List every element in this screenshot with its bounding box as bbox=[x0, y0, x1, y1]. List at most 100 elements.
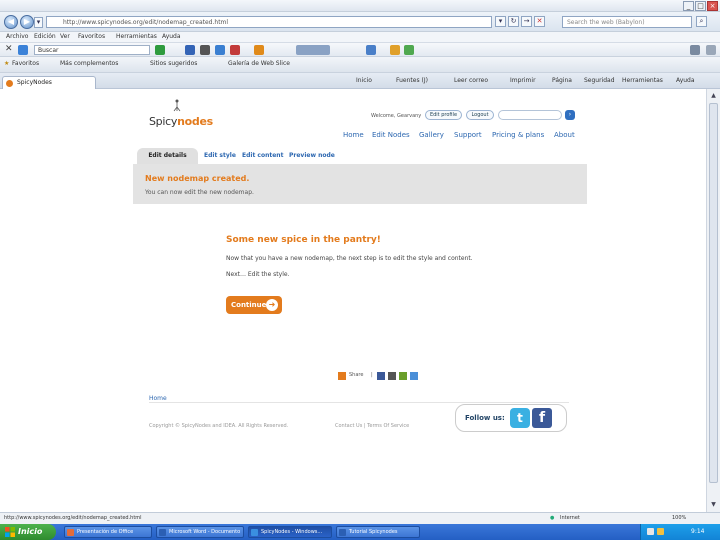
cmd-home[interactable]: Inicio bbox=[356, 77, 372, 84]
forward-button[interactable]: ▶ bbox=[20, 15, 34, 29]
status-url: http://www.spicynodes.org/edit/nodemap_c… bbox=[4, 515, 142, 521]
toolbar-folder-icon[interactable] bbox=[390, 45, 400, 55]
toolbar-go-icon[interactable] bbox=[155, 45, 165, 55]
tab-edit-style[interactable]: Edit style bbox=[204, 152, 236, 159]
toolbar-dropdown[interactable] bbox=[296, 45, 330, 55]
taskbar-item-browser[interactable]: SpicyNodes - Windows... bbox=[248, 526, 332, 538]
minimize-button[interactable]: _ bbox=[683, 1, 694, 11]
taskbar-item-powerpoint[interactable]: Presentación de Office bbox=[64, 526, 152, 538]
start-button[interactable]: Inicio bbox=[0, 524, 56, 540]
fav-item-webslice[interactable]: Galería de Web Slice bbox=[228, 60, 290, 67]
url-input[interactable]: http://www.spicynodes.org/edit/nodemap_c… bbox=[46, 16, 492, 28]
menu-edicion[interactable]: Edición bbox=[34, 33, 56, 40]
babylon-icon[interactable] bbox=[18, 45, 28, 55]
close-window-button[interactable]: × bbox=[707, 1, 718, 11]
share-bookmark-icon[interactable] bbox=[399, 372, 407, 380]
nav-edit-nodes[interactable]: Edit Nodes bbox=[372, 131, 410, 139]
scroll-down-icon[interactable]: ▼ bbox=[708, 499, 719, 510]
nav-home[interactable]: Home bbox=[343, 131, 364, 139]
cmd-feeds[interactable]: Fuentes (J) bbox=[396, 77, 428, 84]
logout-button[interactable]: Logout bbox=[466, 110, 494, 120]
menu-herramientas[interactable]: Herramientas bbox=[116, 33, 157, 40]
toolbar-translate-icon[interactable] bbox=[185, 45, 195, 55]
tray-volume-icon[interactable] bbox=[657, 528, 664, 535]
footer-home-link[interactable]: Home bbox=[149, 395, 167, 402]
share-divider: | bbox=[371, 372, 373, 378]
page-heading: Some new spice in the pantry! bbox=[226, 235, 381, 245]
twitter-icon[interactable]: t bbox=[510, 408, 530, 428]
go-icon[interactable]: → bbox=[521, 16, 532, 27]
welcome-text: Welcome, Gearvany bbox=[371, 113, 422, 119]
vertical-scrollbar[interactable]: ▲ ▼ bbox=[706, 89, 720, 512]
toolbar-more-icon[interactable] bbox=[706, 45, 716, 55]
tab-edit-content[interactable]: Edit content bbox=[242, 152, 283, 159]
cmd-mail[interactable]: Leer correo bbox=[454, 77, 488, 84]
toolbar-app-icon[interactable] bbox=[215, 45, 225, 55]
nav-pricing[interactable]: Pricing & plans bbox=[492, 131, 544, 139]
scrollbar-thumb[interactable] bbox=[709, 103, 718, 483]
toolbar-search-input[interactable]: Buscar bbox=[34, 45, 150, 55]
menu-favoritos[interactable]: Favoritos bbox=[78, 33, 105, 40]
menu-ver[interactable]: Ver bbox=[60, 33, 70, 40]
cmd-security[interactable]: Seguridad bbox=[584, 77, 615, 84]
toolbar-wrench-icon[interactable] bbox=[690, 45, 700, 55]
word-icon bbox=[159, 529, 166, 536]
tray-network-icon[interactable] bbox=[647, 528, 654, 535]
continue-button[interactable]: Continue ➜ bbox=[226, 296, 282, 314]
zone-globe-icon: ● bbox=[550, 515, 555, 521]
web-search-input[interactable]: Search the web (Babylon) bbox=[562, 16, 692, 28]
search-icon[interactable]: ⌕ bbox=[696, 16, 707, 27]
nav-about[interactable]: About bbox=[554, 131, 575, 139]
compat-view-icon[interactable]: ▾ bbox=[495, 16, 506, 27]
share-twitter-icon[interactable] bbox=[410, 372, 418, 380]
fav-item-complementos[interactable]: Más complementos bbox=[60, 60, 118, 67]
nav-support[interactable]: Support bbox=[454, 131, 482, 139]
nav-gallery[interactable]: Gallery bbox=[419, 131, 444, 139]
share-plus-icon[interactable] bbox=[338, 372, 346, 380]
taskbar-item-word[interactable]: Microsoft Word - Documento bbox=[156, 526, 244, 538]
share-facebook-icon[interactable] bbox=[377, 372, 385, 380]
favorites-star-icon[interactable]: ★ bbox=[4, 60, 9, 67]
toolbar-star-icon[interactable] bbox=[254, 45, 264, 55]
scroll-up-icon[interactable]: ▲ bbox=[708, 90, 719, 101]
site-logo[interactable]: Spicynodes bbox=[149, 115, 213, 128]
toolbar-dictionary-icon[interactable] bbox=[200, 45, 210, 55]
share-email-icon[interactable] bbox=[388, 372, 396, 380]
edit-profile-button[interactable]: Edit profile bbox=[425, 110, 462, 120]
cmd-help[interactable]: Ayuda bbox=[676, 77, 695, 84]
facebook-icon[interactable]: f bbox=[532, 408, 552, 428]
zoom-level[interactable]: 100% bbox=[672, 515, 686, 521]
continue-label: Continue bbox=[231, 301, 267, 309]
menu-archivo[interactable]: Archivo bbox=[6, 33, 28, 40]
favorites-button[interactable]: Favoritos bbox=[12, 60, 39, 67]
close-toolbar-icon[interactable]: ✕ bbox=[5, 44, 13, 54]
tab-edit-details[interactable]: Edit details bbox=[137, 148, 198, 164]
tab-spicynodes[interactable]: SpicyNodes bbox=[2, 76, 96, 89]
fav-item-sugeridos[interactable]: Sitios sugeridos bbox=[150, 60, 197, 67]
footer-terms-links[interactable]: Contact Us | Terms Of Service bbox=[335, 423, 409, 429]
menu-ayuda[interactable]: Ayuda bbox=[162, 33, 181, 40]
stop-icon[interactable]: ✕ bbox=[534, 16, 545, 27]
back-button[interactable]: ◀ bbox=[4, 15, 18, 29]
tab-preview-node[interactable]: Preview node bbox=[289, 152, 335, 159]
taskbar-item-tutorial[interactable]: Tutorial Spicynodes bbox=[336, 526, 420, 538]
cmd-page[interactable]: Página bbox=[552, 77, 572, 84]
toolbar-check-icon[interactable] bbox=[404, 45, 414, 55]
toolbar-mail-icon[interactable] bbox=[366, 45, 376, 55]
toolbar-video-icon[interactable] bbox=[230, 45, 240, 55]
address-bar-row: ◀ ▶ ▾ http://www.spicynodes.org/edit/nod… bbox=[0, 12, 720, 32]
cmd-tools[interactable]: Herramientas bbox=[622, 77, 663, 84]
tab-bar: SpicyNodes Inicio Fuentes (J) Leer corre… bbox=[0, 73, 720, 89]
site-search-input[interactable] bbox=[498, 110, 562, 120]
refresh-icon[interactable]: ↻ bbox=[508, 16, 519, 27]
tray-clock[interactable]: 9:14 bbox=[691, 528, 704, 535]
cmd-print[interactable]: Imprimir bbox=[510, 77, 536, 84]
maximize-button[interactable]: □ bbox=[695, 1, 706, 11]
share-link[interactable]: Share bbox=[349, 372, 363, 378]
arrow-right-icon: ➜ bbox=[266, 299, 278, 311]
status-zone: Internet bbox=[560, 515, 580, 521]
site-search-button[interactable]: › bbox=[565, 110, 575, 120]
history-dropdown-icon[interactable]: ▾ bbox=[34, 17, 43, 28]
notice-box: New nodemap created. You can now edit th… bbox=[133, 164, 587, 204]
notice-title: New nodemap created. bbox=[145, 174, 250, 183]
